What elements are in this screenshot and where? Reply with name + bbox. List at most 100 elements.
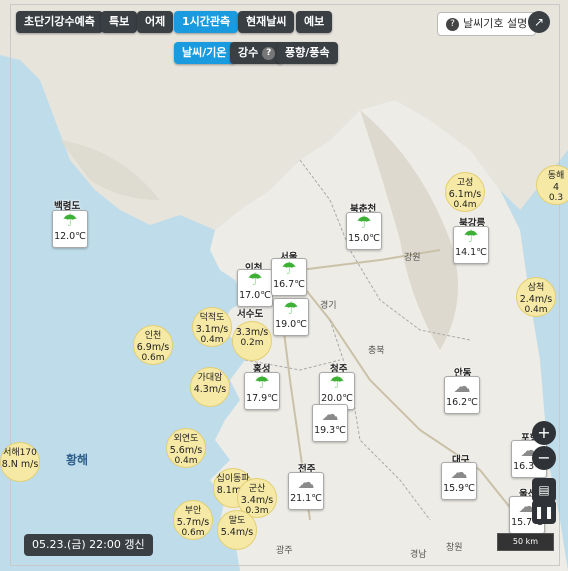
umbrella-rain-icon: ☂	[254, 373, 270, 393]
layers-icon[interactable]: ▤	[532, 478, 556, 502]
umbrella-rain-icon: ☂	[281, 259, 297, 279]
wind-buoy[interactable]: 덕적도 3.1m/s 0.4m	[192, 307, 232, 347]
subtab-wind[interactable]: 풍향/풍속	[277, 42, 338, 64]
buoy-wind-speed: 3.4m/s	[240, 495, 274, 506]
buoy-wave-height: 0.3	[548, 193, 564, 203]
tab-forecast[interactable]: 예보	[296, 11, 333, 33]
buoy-wind-speed: 5.4m/s	[220, 527, 254, 538]
station-temp: 14.1℃	[455, 247, 487, 258]
station-marker[interactable]: ☁ 19.3℃	[312, 404, 348, 442]
cloud-icon: ☁	[450, 463, 468, 483]
station-marker[interactable]: ☁ 16.2℃	[444, 376, 480, 414]
buoy-name: 덕적도	[199, 313, 225, 323]
subtab-weather-temp[interactable]: 날씨/기온	[174, 42, 235, 64]
buoy-name: 군산	[248, 484, 266, 494]
station-temp: 17.9℃	[246, 393, 278, 404]
tab-current-weather[interactable]: 현재날씨	[238, 11, 295, 33]
umbrella-rain-icon: ☂	[356, 213, 372, 233]
buoy-name: 삼척	[527, 283, 545, 293]
tab-hourly-observation[interactable]: 1시간관측	[174, 11, 239, 33]
wind-buoy[interactable]: 고성 6.1m/s 0.4m	[445, 172, 485, 212]
buoy-name: 서해170	[3, 448, 37, 458]
zoom-in-button[interactable]: +	[532, 421, 556, 445]
help-icon[interactable]: ?	[262, 46, 276, 60]
subtab-precip[interactable]: 강수?	[230, 42, 284, 64]
station-marker[interactable]: ☁ 15.9℃	[441, 462, 477, 500]
place-label: 경기	[320, 301, 337, 311]
buoy-wind-speed: 6.9m/s	[136, 342, 170, 353]
station-marker[interactable]: ☂ 16.7℃	[271, 258, 307, 296]
subtab-precip-label: 강수	[238, 46, 259, 59]
legend-button-label: 날씨기호 설명	[463, 17, 528, 30]
wind-buoy[interactable]: 가대암 4.3m/s	[190, 367, 230, 407]
station-marker[interactable]: ☂ 19.0℃	[273, 298, 309, 336]
buoy-wind-speed: 4.3m/s	[193, 384, 227, 395]
wind-buoy[interactable]: 3.3m/s 0.2m	[232, 321, 272, 361]
buoy-wind-speed: 3.3m/s	[235, 327, 269, 338]
buoy-name: 동해	[547, 171, 565, 181]
station-marker[interactable]: ☁ 21.1℃	[288, 472, 324, 510]
buoy-wave-height: 0.4m	[174, 456, 198, 466]
buoy-name: 말도	[228, 516, 246, 526]
wind-buoy[interactable]: 서해170 8.N m/s	[0, 442, 40, 482]
place-label: 광주	[276, 546, 293, 556]
station-temp: 17.0℃	[239, 290, 271, 301]
cloud-icon: ☁	[321, 405, 339, 425]
station-name: 서수도	[237, 309, 264, 320]
question-icon: ?	[446, 17, 459, 31]
wind-buoy[interactable]: 외연도 5.6m/s 0.4m	[166, 428, 206, 468]
station-temp: 16.7℃	[273, 279, 305, 290]
place-label: 창원	[446, 543, 463, 553]
buoy-name: 고성	[456, 178, 474, 188]
tab-warnings[interactable]: 특보	[101, 11, 138, 33]
station-marker[interactable]: ☂ 14.1℃	[453, 226, 489, 264]
zoom-out-button[interactable]: −	[532, 446, 556, 470]
buoy-wave-height: 0.2m	[240, 338, 264, 348]
buoy-wave-height: 0.4m	[524, 305, 548, 315]
buoy-name: 외연도	[173, 434, 199, 444]
station-temp: 15.9℃	[443, 483, 475, 494]
buoy-name: 부안	[184, 506, 202, 516]
umbrella-rain-icon: ☂	[463, 227, 479, 247]
weather-map[interactable]: 초단기강수예측 특보 어제 1시간관측 현재날씨 예보 날씨/기온 강수? 풍향…	[0, 0, 568, 571]
umbrella-rain-icon: ☂	[62, 211, 78, 231]
station-marker[interactable]: ☂ 15.0℃	[346, 212, 382, 250]
wind-buoy[interactable]: 인천 6.9m/s 0.6m	[133, 325, 173, 365]
station-marker[interactable]: ☂ 12.0℃	[52, 210, 88, 248]
station-temp: 19.0℃	[275, 319, 307, 330]
umbrella-rain-icon: ☂	[247, 270, 263, 290]
buoy-wind-speed: 5.6m/s	[169, 445, 203, 456]
place-label: 충북	[368, 346, 385, 356]
wind-buoy[interactable]: 부안 5.7m/s 0.6m	[173, 500, 213, 540]
buoy-wave-height: 0.4m	[200, 335, 224, 345]
place-label: 경남	[410, 550, 427, 560]
station-temp: 21.1℃	[290, 493, 322, 504]
open-external-icon[interactable]: ↗	[528, 11, 550, 33]
buoy-name: 인천	[144, 331, 162, 341]
buoy-wind-speed: 3.1m/s	[195, 324, 229, 335]
station-marker[interactable]: ☂ 17.9℃	[244, 372, 280, 410]
pause-icon[interactable]: ❚❚	[532, 500, 556, 524]
station-marker[interactable]: ☂ 17.0℃	[237, 269, 273, 307]
update-time-label: 05.23.(금) 22:00 갱신	[24, 534, 153, 556]
station-temp: 19.3℃	[314, 425, 346, 436]
wind-buoy[interactable]: 삼척 2.4m/s 0.4m	[516, 277, 556, 317]
cloud-icon: ☁	[297, 473, 315, 493]
wind-buoy[interactable]: 동해 4 0.3	[536, 165, 568, 205]
buoy-wind-speed: 5.7m/s	[176, 517, 210, 528]
tab-short-term-precip[interactable]: 초단기강수예측	[16, 11, 103, 33]
cloud-icon: ☁	[453, 377, 471, 397]
station-temp: 12.0℃	[54, 231, 86, 242]
weather-symbol-legend-button[interactable]: ? 날씨기호 설명	[437, 12, 537, 36]
buoy-wind-speed: 8.N m/s	[1, 459, 39, 470]
buoy-wind-speed: 4	[552, 182, 560, 193]
sea-label: 황해	[66, 453, 89, 467]
scale-bar: 50 km	[497, 533, 554, 551]
place-label: 강원	[404, 253, 421, 263]
wind-buoy[interactable]: 말도 5.4m/s	[217, 510, 257, 550]
buoy-wave-height: 0.6m	[181, 528, 205, 538]
tab-yesterday[interactable]: 어제	[137, 11, 174, 33]
buoy-wind-speed: 6.1m/s	[448, 189, 482, 200]
umbrella-rain-icon: ☂	[283, 299, 299, 319]
buoy-wind-speed: 2.4m/s	[519, 294, 553, 305]
